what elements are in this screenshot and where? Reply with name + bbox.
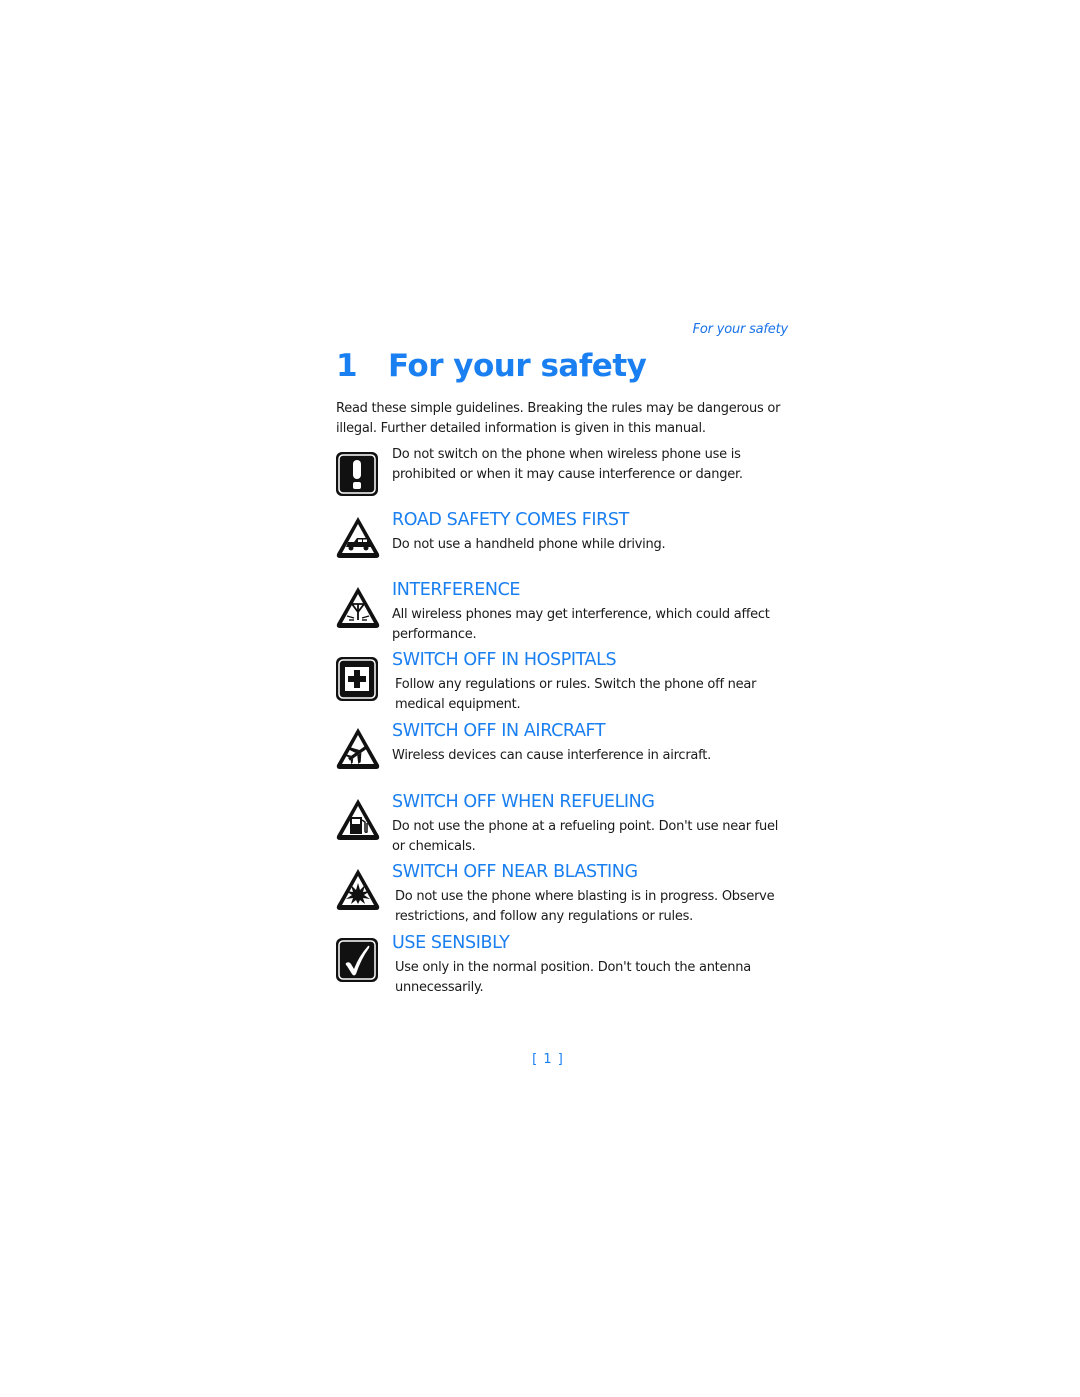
exclamation-icon (334, 450, 382, 498)
hospital-cross-icon (334, 655, 382, 703)
safety-item-heading: ROAD SAFETY COMES FIRST (392, 510, 629, 530)
car-warning-icon (334, 514, 382, 562)
safety-item-heading: SWITCH OFF NEAR BLASTING (392, 862, 638, 882)
chapter-title-text: For your safety (388, 348, 647, 384)
safety-item-text: Do not switch on the phone when wireless… (392, 447, 743, 482)
safety-item-heading: SWITCH OFF WHEN REFUELING (392, 792, 655, 812)
aircraft-warning-icon (334, 725, 382, 773)
safety-item-text: All wireless phones may get interference… (392, 607, 770, 642)
safety-item-heading: SWITCH OFF IN HOSPITALS (392, 650, 617, 670)
safety-item-text: Do not use the phone where blasting is i… (395, 889, 775, 924)
safety-item-heading: SWITCH OFF IN AIRCRAFT (392, 721, 606, 741)
safety-item-text: Wireless devices can cause interference … (392, 748, 711, 763)
safety-item-heading: INTERFERENCE (392, 580, 521, 600)
running-header: For your safety (692, 322, 789, 337)
safety-item-text: Follow any regulations or rules. Switch … (395, 677, 757, 712)
checkmark-icon (334, 936, 382, 984)
blasting-warning-icon (334, 866, 382, 914)
intro-paragraph: Read these simple guidelines. Breaking t… (336, 401, 781, 436)
safety-item-text: Do not use a handheld phone while drivin… (392, 537, 666, 552)
safety-item-text: Use only in the normal position. Don't t… (395, 960, 751, 995)
chapter-title: 1 For your safety (336, 348, 647, 384)
chapter-number: 1 (336, 348, 358, 384)
page-number: [ 1 ] (532, 1052, 564, 1067)
interference-warning-icon (334, 584, 382, 632)
safety-item-text: Do not use the phone at a refueling poin… (392, 819, 779, 854)
fuel-pump-warning-icon (334, 796, 382, 844)
manual-page: For your safety 1 For your safety Read th… (0, 0, 1080, 1397)
safety-item-heading: USE SENSIBLY (392, 933, 510, 953)
